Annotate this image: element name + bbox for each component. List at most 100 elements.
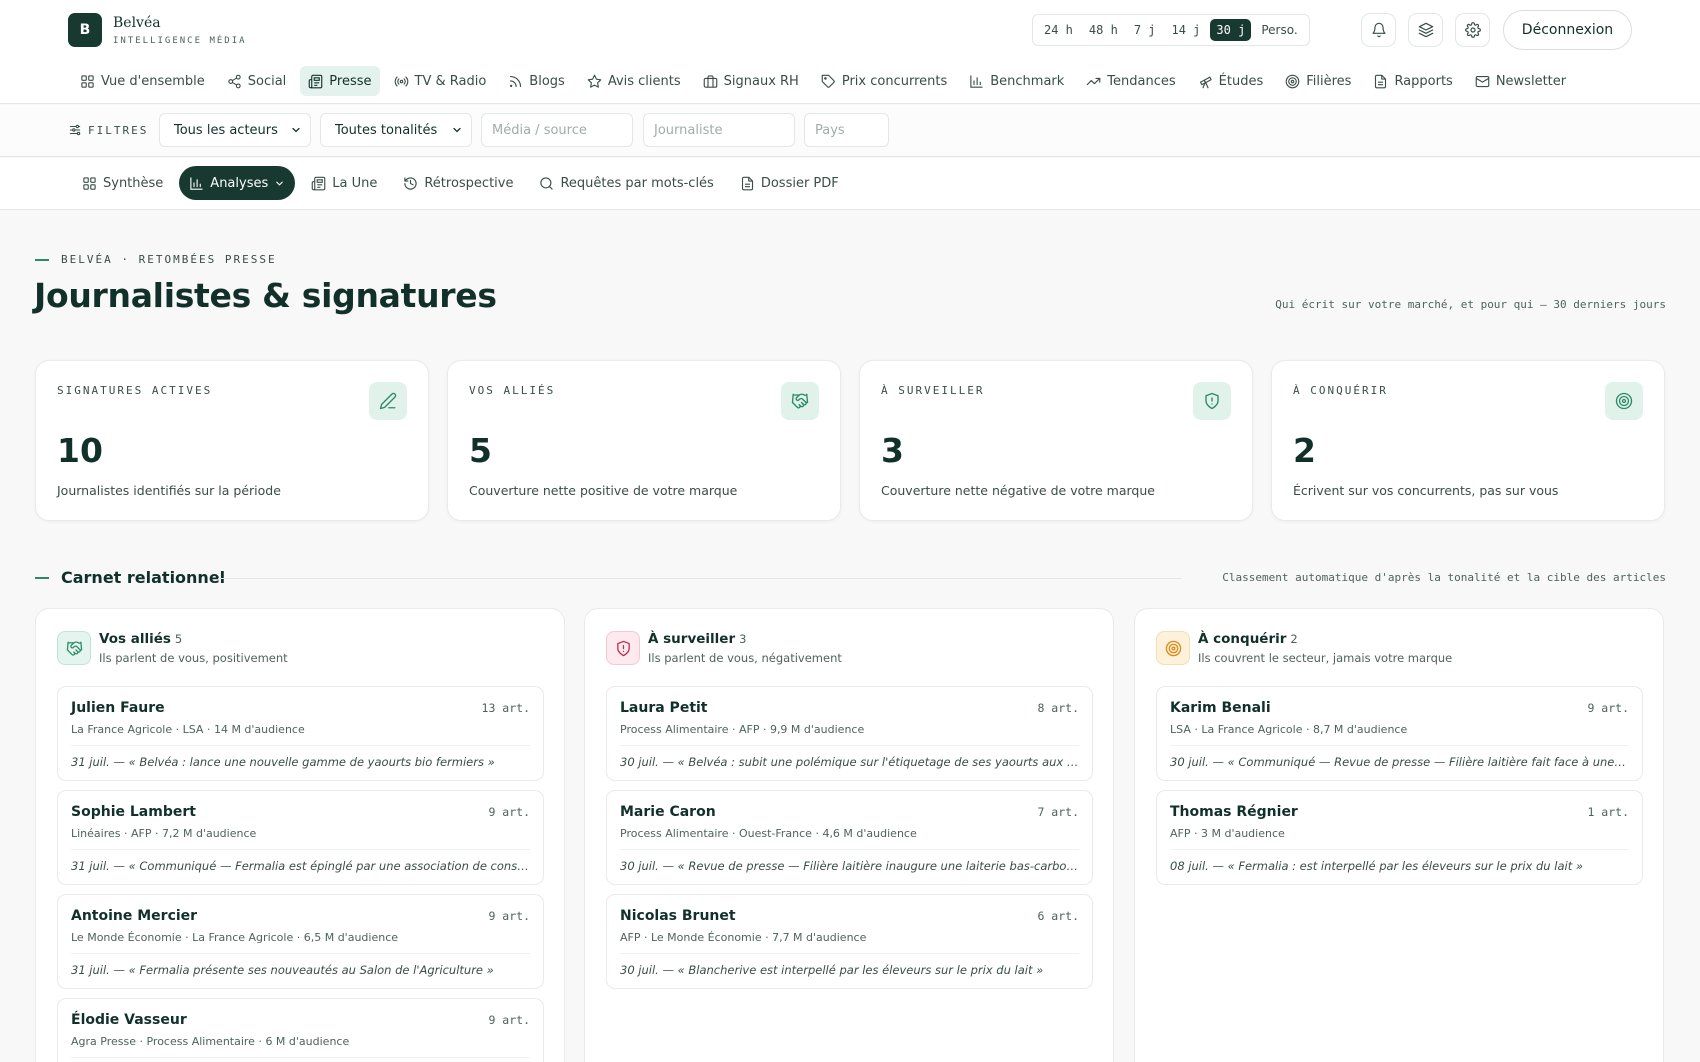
tab-keyword-queries[interactable]: Requêtes par mots-clés [529,166,723,200]
nav-item-tv-radio[interactable]: TV & Radio [386,66,495,96]
journalist-card[interactable]: Julien Faure 13 art. La France Agricole … [57,686,544,781]
card-divider [71,849,530,850]
kpi-value: 5 [469,431,492,470]
nav-item-overview[interactable]: Vue d'ensemble [72,66,213,96]
nav-item-label: Blogs [529,73,565,89]
filters-bar: FILTRES Tous les acteurs Toutes tonalité… [0,105,1700,157]
briefcase-icon [703,74,717,88]
media-source-input[interactable]: Média / source [481,113,633,147]
handshake-icon [791,393,809,409]
brand-subtitle: INTELLIGENCE MÉDIA [113,35,247,46]
nav-item-trends[interactable]: Tendances [1078,66,1183,96]
journalist-card[interactable]: Marie Caron 7 art. Process Alimentaire ·… [606,790,1093,885]
tab-analyses[interactable]: Analyses [179,166,296,200]
nav-item-label: Presse [329,73,372,89]
range-30d[interactable]: 30 j [1210,19,1252,41]
nav-item-benchmark[interactable]: Benchmark [961,66,1072,96]
journalist-meta: AFP · Le Monde Économie · 7,7 M d'audien… [620,931,867,944]
column-title: Vos alliés 5 [99,631,183,647]
nav-item-blogs[interactable]: Blogs [500,66,573,96]
kpi-icon-badge [1605,382,1643,420]
kpi-description: Couverture nette négative de votre marqu… [881,483,1155,498]
journalist-card[interactable]: Sophie Lambert 9 art. Linéaires · AFP · … [57,790,544,885]
nav-item-hr-signals[interactable]: Signaux RH [695,66,807,96]
column-subtitle: Ils couvrent le secteur, jamais votre ma… [1198,651,1453,665]
kpi-card-conquer: À CONQUÉRIR 2 Écrivent sur vos concurren… [1271,360,1665,521]
trending-icon [1086,77,1101,85]
card-divider [71,1057,530,1058]
target-icon [1165,640,1181,656]
journalist-card[interactable]: Karim Benali 9 art. LSA · La France Agri… [1156,686,1643,781]
range-7d[interactable]: 7 j [1128,19,1162,41]
page-title: Journalistes & signatures [34,276,497,315]
nav-item-sectors[interactable]: Filières [1277,66,1359,96]
layers-button[interactable] [1408,13,1443,47]
nav-item-label: Rapports [1394,73,1453,89]
column-header: Vos alliés 5 Ils parlent de vous, positiv… [57,631,288,665]
journalist-name: Antoine Mercier [71,908,198,924]
journalist-meta: Agra Presse · Process Alimentaire · 6 M … [71,1035,350,1048]
share-icon [228,74,241,88]
nav-item-competitor-prices[interactable]: Prix concurrents [813,66,955,96]
target-icon [1285,74,1300,88]
range-48h[interactable]: 48 h [1083,19,1124,41]
latest-article: 30 juil. — « Blancherive est interpellé … [620,963,1044,977]
journalist-meta: Le Monde Économie · La France Agricole ·… [71,931,399,944]
kpi-value: 2 [1293,431,1316,470]
bell-icon [1371,22,1386,38]
tab-synthese[interactable]: Synthèse [72,166,173,200]
kpi-icon-badge [781,382,819,420]
journalist-meta: Linéaires · AFP · 7,2 M d'audience [71,827,257,840]
logout-button[interactable]: Déconnexion [1503,10,1632,50]
brand-name: Belvéa [113,14,161,31]
range-24h[interactable]: 24 h [1038,19,1079,41]
article-count: 13 art. [481,701,530,715]
actors-select[interactable]: Tous les acteurs [159,113,311,147]
nav-item-social[interactable]: Social [219,66,295,96]
latest-article: 31 juil. — « Fermalia présente ses nouve… [71,963,494,977]
journalist-card[interactable]: Nicolas Brunet 6 art. AFP · Le Monde Éco… [606,894,1093,989]
nav-item-presse[interactable]: Presse [300,66,380,96]
telescope-icon [1199,76,1212,88]
nav-item-reports[interactable]: Rapports [1365,66,1460,96]
kpi-description: Journalistes identifiés sur la période [57,483,281,498]
kpi-label: SIGNATURES ACTIVES [57,384,213,397]
nav-item-newsletter[interactable]: Newsletter [1467,66,1574,96]
notifications-button[interactable] [1361,13,1396,47]
journalist-name: Marie Caron [620,804,716,820]
tab-pdf-dossier[interactable]: Dossier PDF [730,166,849,200]
grid-icon [83,176,96,190]
journalist-card[interactable]: Antoine Mercier 9 art. Le Monde Économie… [57,894,544,989]
journalist-card[interactable]: Thomas Régnier 1 art. AFP · 3 M d'audien… [1156,790,1643,885]
journalist-card[interactable]: Laura Petit 8 art. Process Alimentaire ·… [606,686,1093,781]
kpi-icon-badge [1193,382,1231,420]
column-header: À surveiller 3 Ils parlent de vous, négat… [606,631,842,665]
history-icon [404,176,417,190]
brand[interactable]: B Belvéa INTELLIGENCE MÉDIA [68,13,247,47]
tag-icon [821,74,835,88]
tone-select[interactable]: Toutes tonalités [320,113,472,147]
journalist-input[interactable]: Journaliste [643,113,795,147]
section-dash [35,576,49,579]
column-icon-badge [606,631,640,665]
country-input[interactable]: Pays [804,113,889,147]
column-icon-badge [57,631,91,665]
nav-item-reviews[interactable]: Avis clients [579,66,689,96]
settings-button[interactable] [1455,13,1490,47]
newspaper-icon [308,74,323,88]
nav-item-studies[interactable]: Études [1190,66,1272,96]
column-title: À conquérir 2 [1198,631,1298,647]
article-count: 9 art. [1587,701,1629,715]
journalist-name: Karim Benali [1170,700,1271,716]
kpi-description: Écrivent sur vos concurrents, pas sur vo… [1293,483,1559,498]
article-count: 8 art. [1037,701,1079,715]
kpi-icon-badge [369,382,407,420]
column-allies: Vos alliés 5 Ils parlent de vous, positiv… [35,608,565,1062]
tab-la-une[interactable]: La Une [301,166,387,200]
tab-retrospective[interactable]: Rétrospective [393,166,523,200]
range-custom[interactable]: Perso. [1255,19,1303,41]
kpi-label: À CONQUÉRIR [1293,384,1388,397]
journalist-card[interactable]: Élodie Vasseur 9 art. Agra Presse · Proc… [57,998,544,1062]
newspaper-icon [311,176,326,190]
range-14d[interactable]: 14 j [1166,19,1207,41]
